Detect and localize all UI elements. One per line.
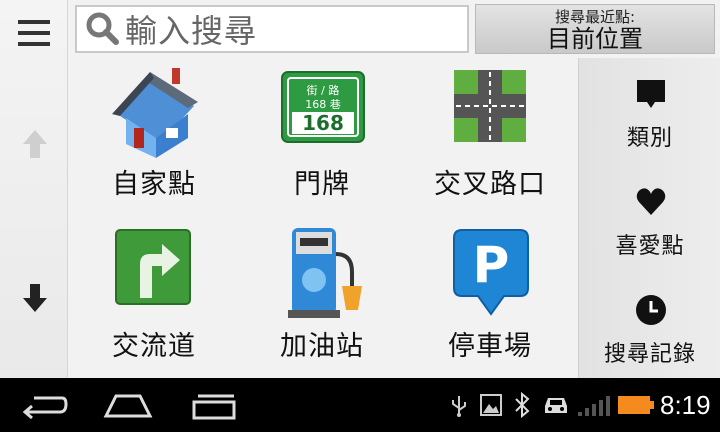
home-label: 自家點 <box>112 169 196 200</box>
scroll-down-arrow-icon[interactable] <box>22 282 48 314</box>
category-label: 類別 <box>626 126 673 151</box>
clock-icon <box>636 295 666 325</box>
recent-apps-icon[interactable] <box>190 390 238 420</box>
sign-number-text: 168 <box>302 111 344 135</box>
parking-icon: P <box>453 229 529 316</box>
parking-label: 停車場 <box>448 331 532 362</box>
scroll-up-arrow-icon[interactable] <box>22 128 48 160</box>
search-near-value: 目前位置 <box>547 25 643 53</box>
bluetooth-icon <box>515 392 530 418</box>
left-rail <box>0 0 68 378</box>
car-icon <box>545 398 567 413</box>
sign-top-text: 街 / 路 <box>307 83 340 97</box>
image-icon <box>480 394 502 416</box>
menu-icon[interactable] <box>18 20 50 46</box>
intersection-icon <box>454 70 526 142</box>
favorites-label: 喜愛點 <box>615 234 685 259</box>
search-icon <box>86 12 119 45</box>
system-bar: 8:19 <box>0 378 720 432</box>
category-grid: 自家點 街 / 路 168 巷 168 門牌 交叉路口 交流道 加油站 P 停車… <box>70 58 576 378</box>
category-icon <box>637 80 665 108</box>
street-sign-icon: 街 / 路 168 巷 168 <box>281 71 365 143</box>
gas-station-tile[interactable]: 加油站 <box>238 220 406 378</box>
battery-icon <box>618 396 654 414</box>
search-input[interactable]: 輸入搜尋 <box>75 5 469 53</box>
heart-icon <box>636 188 666 215</box>
gas-station-label: 加油站 <box>280 331 364 362</box>
home-tile[interactable]: 自家點 <box>70 58 238 216</box>
history-label: 搜尋記錄 <box>603 342 696 367</box>
search-placeholder: 輸入搜尋 <box>125 12 258 50</box>
search-near-button[interactable]: 搜尋最近點: 目前位置 <box>475 4 715 54</box>
parking-letter: P <box>473 236 510 294</box>
freeway-exit-label: 交流道 <box>112 331 196 362</box>
back-icon[interactable] <box>20 390 68 420</box>
home-nav-icon[interactable] <box>102 390 154 420</box>
navigation-search-screen: 輸入搜尋 搜尋最近點: 目前位置 自家點 街 / 路 168 巷 168 門牌 … <box>0 0 720 432</box>
search-near-caption: 搜尋最近點: <box>554 8 636 26</box>
sign-mid-text: 168 巷 <box>305 98 341 111</box>
category-button[interactable]: 類別 <box>579 58 720 162</box>
right-rail: 類別 喜愛點 搜尋記錄 <box>578 58 720 378</box>
freeway-exit-icon <box>115 229 191 305</box>
parking-tile[interactable]: P 停車場 <box>406 220 574 378</box>
clock-time: 8:19 <box>660 390 711 420</box>
intersection-tile[interactable]: 交叉路口 <box>406 58 574 216</box>
intersection-label: 交叉路口 <box>434 169 546 200</box>
favorites-button[interactable]: 喜愛點 <box>579 166 720 270</box>
address-tile[interactable]: 街 / 路 168 巷 168 門牌 <box>238 58 406 216</box>
history-button[interactable]: 搜尋記錄 <box>579 274 720 378</box>
home-icon <box>112 68 198 158</box>
signal-strength-icon <box>578 396 610 416</box>
gas-pump-icon <box>288 228 362 318</box>
freeway-exit-tile[interactable]: 交流道 <box>70 220 238 378</box>
address-label: 門牌 <box>294 169 350 200</box>
usb-icon <box>452 396 466 417</box>
